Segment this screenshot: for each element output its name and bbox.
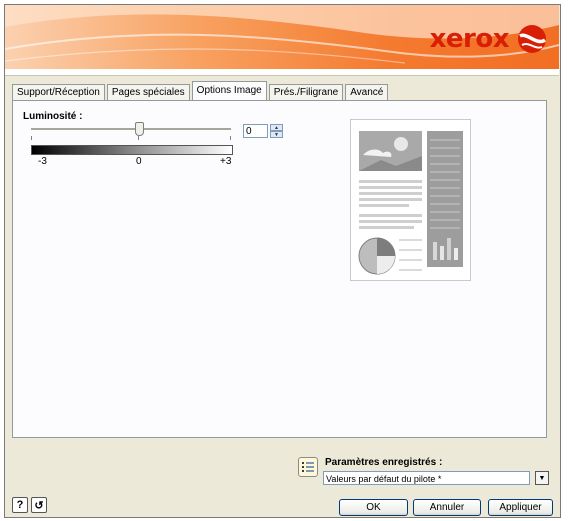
tab-avance[interactable]: Avancé — [345, 84, 389, 100]
cancel-button[interactable]: Annuler — [413, 499, 481, 516]
tab-support-reception[interactable]: Support/Réception — [12, 84, 105, 100]
tab-strip: Support/Réception Pages spéciales Option… — [12, 81, 390, 100]
luminosity-value-input[interactable]: 0 — [243, 124, 268, 138]
document-preview — [350, 119, 471, 281]
apply-button[interactable]: Appliquer — [488, 499, 553, 516]
luminosity-label: Luminosité : — [23, 111, 83, 122]
help-button[interactable]: ? — [12, 497, 28, 513]
saved-settings-label: Paramètres enregistrés : — [325, 457, 443, 468]
luminosity-slider-thumb[interactable] — [135, 122, 144, 136]
xerox-sphere-icon — [518, 25, 547, 53]
luminosity-slider-track[interactable] — [31, 128, 231, 131]
saved-settings-dropdown[interactable]: Valeurs par défaut du pilote * — [323, 471, 530, 485]
tab-options-image[interactable]: Options Image — [191, 81, 267, 100]
scale-min-label: -3 — [38, 156, 47, 167]
header-banner: xerox — [5, 5, 559, 69]
brand-wordmark: xerox — [429, 24, 510, 54]
scale-max-label: +3 — [220, 156, 232, 167]
tab-pres-filigrane[interactable]: Prés./Filigrane — [268, 84, 344, 100]
spin-down-icon[interactable]: ▼ — [270, 131, 283, 138]
reset-button[interactable]: ↺ — [31, 497, 47, 513]
banner-divider — [5, 69, 559, 76]
chevron-down-icon[interactable]: ▼ — [535, 471, 549, 485]
scale-mid-label: 0 — [136, 156, 142, 167]
spin-up-icon[interactable]: ▲ — [270, 124, 283, 131]
ok-button[interactable]: OK — [339, 499, 408, 516]
luminosity-spinner: ▲ ▼ — [270, 124, 283, 138]
xerox-logo: xerox — [430, 19, 547, 59]
tab-pages-speciales[interactable]: Pages spéciales — [106, 84, 190, 100]
slider-tick — [31, 136, 32, 140]
luminosity-gradient-bar — [31, 145, 233, 155]
saved-settings-list-icon — [298, 457, 318, 477]
slider-tick — [230, 136, 231, 140]
preview-page-icon — [358, 131, 463, 275]
slider-tick — [138, 136, 139, 140]
